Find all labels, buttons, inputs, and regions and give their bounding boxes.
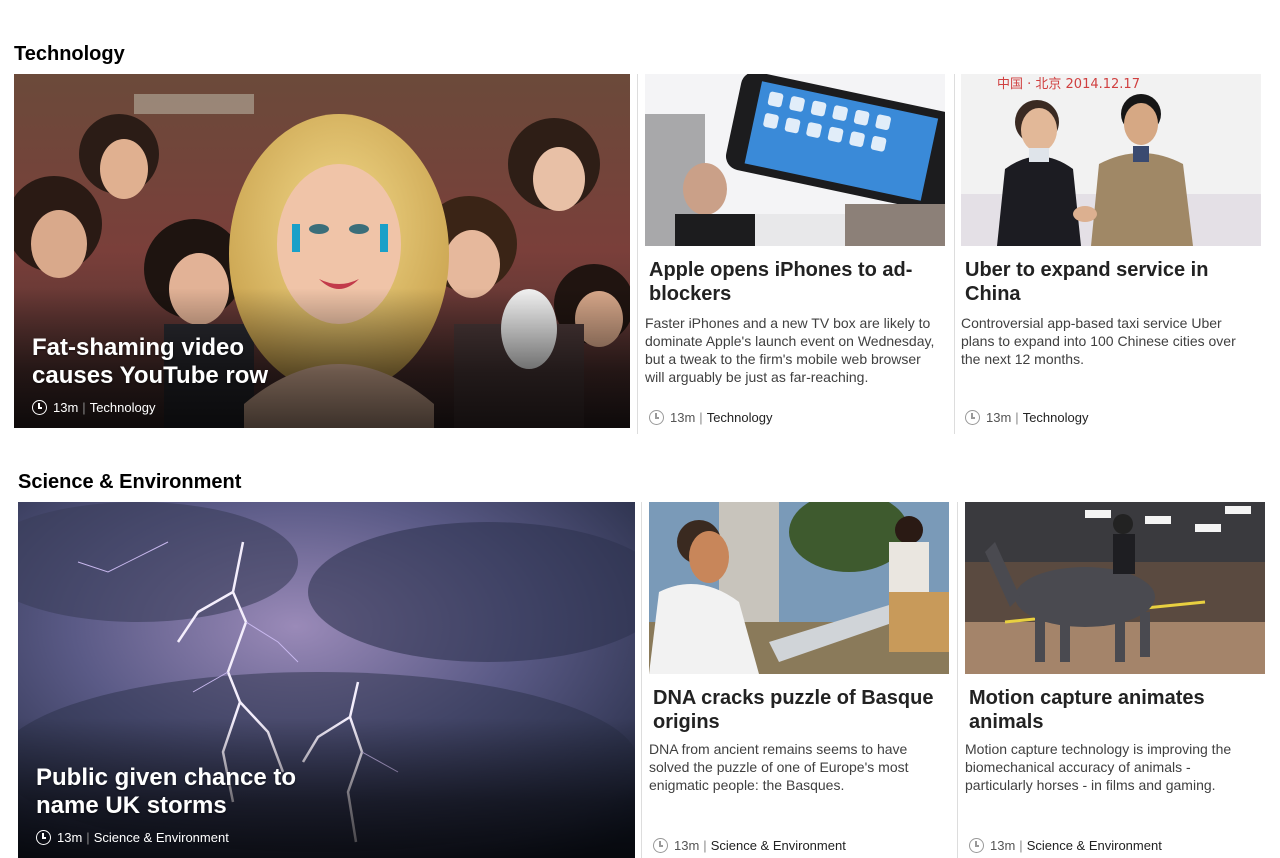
column-divider (957, 502, 958, 858)
section-title-science-environment: Science & Environment (18, 471, 242, 493)
meta-separator: | (1015, 410, 1019, 425)
story-summary: Faster iPhones and a new TV box are like… (645, 315, 935, 385)
saw-photo (649, 502, 949, 674)
column-divider (637, 74, 638, 434)
story-headline[interactable]: Apple opens iPhones to ad-blockers (649, 258, 939, 306)
story-time: 13m (53, 400, 79, 415)
meta-separator: | (703, 838, 707, 853)
clock-icon (649, 410, 664, 425)
hero-story-science[interactable]: Public given chance to name UK storms 13… (18, 502, 635, 858)
story-category[interactable]: Technology (90, 400, 156, 415)
meta-separator: | (1019, 838, 1023, 853)
story-category[interactable]: Science & Environment (1027, 838, 1162, 853)
meta-separator: | (699, 410, 703, 425)
story-time: 13m (670, 410, 696, 425)
hero-story-technology[interactable]: Fat-shaming video causes YouTube row 13m… (14, 74, 630, 428)
story-card-dna[interactable]: DNA cracks puzzle of Basque origins DNA … (649, 502, 949, 858)
image-caption: 中国 · 北京 2014.12.17 (997, 77, 1140, 92)
story-card-apple[interactable]: Apple opens iPhones to ad-blockers Faste… (645, 74, 945, 434)
story-headline[interactable]: Uber to expand service in China (965, 258, 1255, 306)
story-summary: Motion capture technology is improving t… (965, 741, 1232, 793)
story-time: 13m (986, 410, 1012, 425)
story-meta: 13m | Science & Environment (653, 838, 846, 853)
story-time: 13m (990, 838, 1016, 853)
story-card-motion[interactable]: Motion capture animates animals Motion c… (965, 502, 1265, 858)
story-headline[interactable]: Motion capture animates animals (969, 686, 1259, 734)
meta-separator: | (86, 830, 90, 845)
story-time: 13m (674, 838, 700, 853)
story-summary: Controversial app-based taxi service Ube… (961, 315, 1236, 367)
column-divider (954, 74, 955, 434)
meta-separator: | (82, 400, 86, 415)
iphone-photo (645, 74, 945, 246)
story-category[interactable]: Technology (1023, 410, 1089, 425)
section-title-technology: Technology (14, 43, 125, 65)
clock-icon (653, 838, 668, 853)
hero-meta: 13m | Science & Environment (36, 830, 229, 845)
story-category[interactable]: Science & Environment (94, 830, 229, 845)
handshake-photo: 中国 · 北京 2014.12.17 (961, 74, 1261, 246)
clock-icon (36, 830, 51, 845)
hero-headline[interactable]: Fat-shaming video causes YouTube row (32, 334, 332, 390)
story-meta: 13m | Technology (965, 410, 1088, 425)
story-category[interactable]: Science & Environment (711, 838, 846, 853)
hero-meta: 13m | Technology (32, 400, 155, 415)
story-summary: DNA from ancient remains seems to have s… (649, 741, 909, 793)
hero-headline[interactable]: Public given chance to name UK storms (36, 764, 336, 820)
clock-icon (965, 410, 980, 425)
column-divider (641, 502, 642, 858)
story-meta: 13m | Technology (649, 410, 772, 425)
clock-icon (969, 838, 984, 853)
story-meta: 13m | Science & Environment (969, 838, 1162, 853)
story-time: 13m (57, 830, 83, 845)
clock-icon (32, 400, 47, 415)
story-card-uber[interactable]: 中国 · 北京 2014.12.17 Uber to expand servic… (961, 74, 1261, 434)
horse-photo (965, 502, 1265, 674)
story-category[interactable]: Technology (707, 410, 773, 425)
story-headline[interactable]: DNA cracks puzzle of Basque origins (653, 686, 943, 734)
